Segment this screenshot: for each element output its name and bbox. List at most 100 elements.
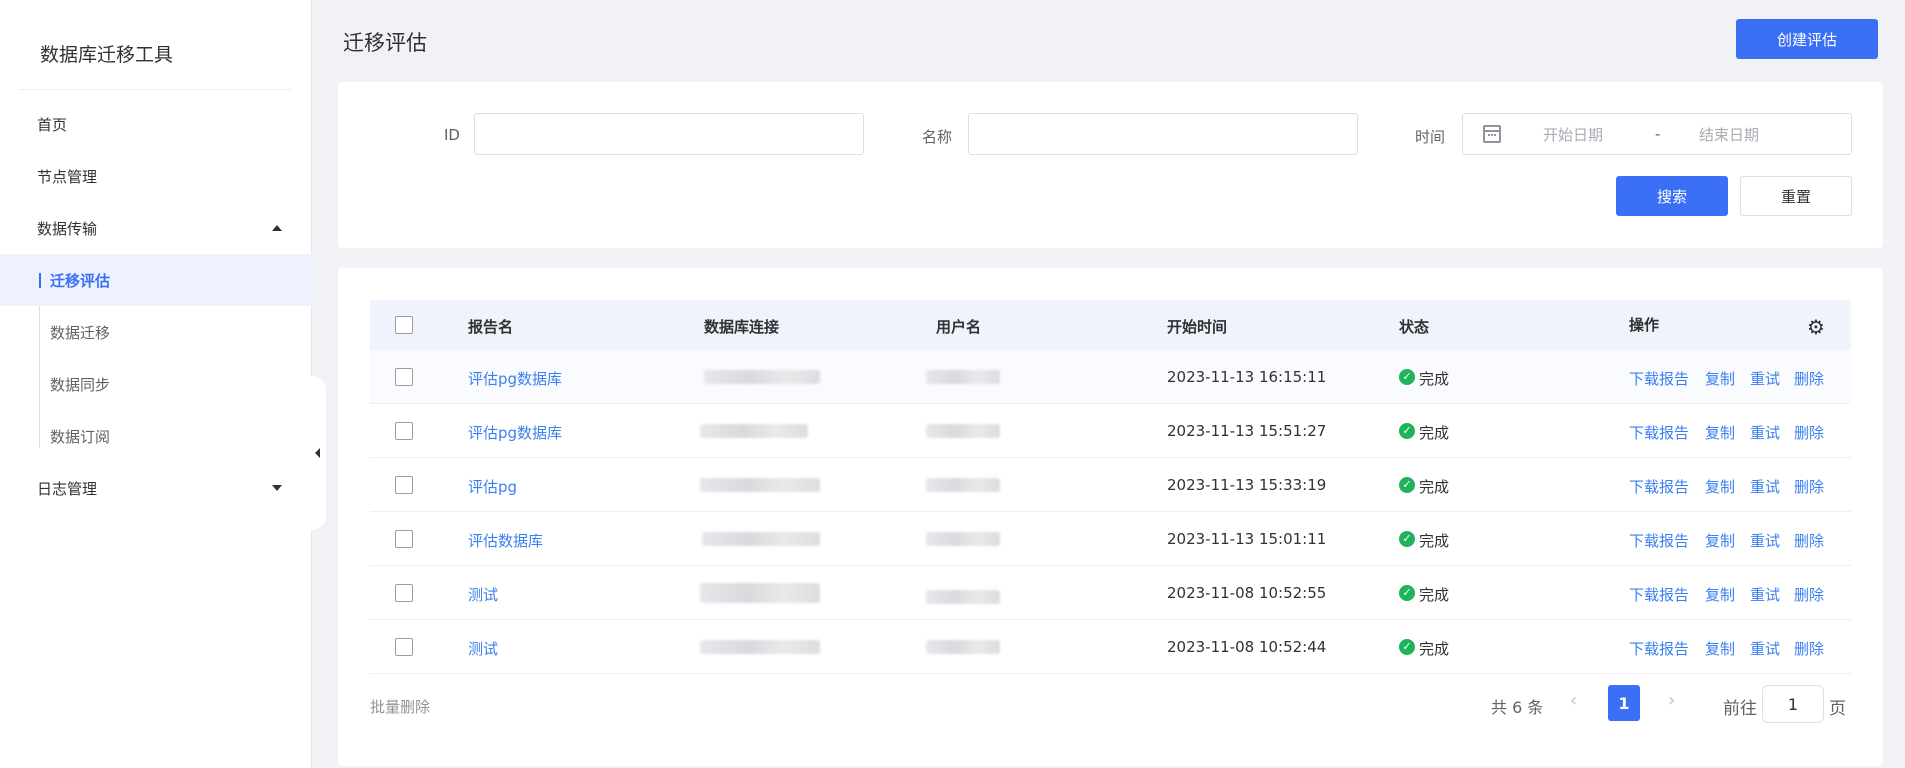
date-start-input[interactable]: 开始日期 bbox=[1543, 124, 1603, 145]
status-text: 完成 bbox=[1419, 532, 1450, 550]
sidebar-item-nodes[interactable]: 节点管理 bbox=[0, 150, 312, 202]
gear-icon[interactable]: ⚙ bbox=[1807, 315, 1825, 339]
retry-link[interactable]: 重试 bbox=[1750, 530, 1780, 551]
chevron-right-icon[interactable]: › bbox=[1668, 690, 1675, 711]
delete-link[interactable]: 删除 bbox=[1794, 638, 1824, 659]
download-report-link[interactable]: 下载报告 bbox=[1629, 584, 1689, 605]
download-report-link[interactable]: 下载报告 bbox=[1629, 422, 1689, 443]
download-report-link[interactable]: 下载报告 bbox=[1629, 638, 1689, 659]
batch-delete-button[interactable]: 批量删除 bbox=[370, 696, 430, 717]
db-connection-redacted bbox=[700, 478, 820, 492]
status-text: 完成 bbox=[1419, 424, 1450, 442]
download-report-link[interactable]: 下载报告 bbox=[1629, 368, 1689, 389]
sidebar-item-data-subscription[interactable]: 数据订阅 bbox=[0, 410, 312, 462]
report-name-link[interactable]: 测试 bbox=[468, 638, 498, 659]
report-name-link[interactable]: 评估pg数据库 bbox=[468, 422, 562, 443]
chevron-left-icon[interactable]: ‹ bbox=[1570, 690, 1577, 711]
table-row: 评估数据库 2023-11-13 15:01:11 ✓ 完成 下载报告 复制 重… bbox=[370, 512, 1851, 566]
active-indicator bbox=[39, 273, 41, 288]
sidebar-collapse-toggle[interactable] bbox=[296, 376, 326, 530]
sidebar-item-data-sync[interactable]: 数据同步 bbox=[0, 358, 312, 410]
check-circle-icon: ✓ bbox=[1399, 369, 1415, 385]
start-time: 2023-11-13 15:01:11 bbox=[1167, 530, 1327, 548]
retry-link[interactable]: 重试 bbox=[1750, 584, 1780, 605]
report-name-link[interactable]: 评估数据库 bbox=[468, 530, 543, 551]
id-label: ID bbox=[444, 126, 460, 144]
table-header: 报告名 数据库连接 用户名 开始时间 状态 操作 ⚙ bbox=[370, 300, 1851, 350]
goto-page-input[interactable] bbox=[1762, 685, 1824, 723]
status-text: 完成 bbox=[1419, 478, 1450, 496]
column-header-username[interactable]: 用户名 bbox=[936, 316, 981, 337]
sidebar-item-migration-assessment[interactable]: 迁移评估 bbox=[0, 254, 312, 306]
date-end-input[interactable]: 结束日期 bbox=[1699, 124, 1759, 145]
select-all-checkbox[interactable] bbox=[395, 316, 413, 334]
sidebar-item-home[interactable]: 首页 bbox=[0, 98, 312, 150]
date-range-picker[interactable]: 开始日期 - 结束日期 bbox=[1462, 113, 1852, 155]
username-redacted bbox=[926, 478, 1000, 492]
column-header-status[interactable]: 状态 bbox=[1399, 316, 1429, 337]
sidebar: 数据库迁移工具 首页 节点管理 数据传输 迁移评估 数据迁移 数据同步 数据订阅… bbox=[0, 0, 312, 768]
reset-button[interactable]: 重置 bbox=[1740, 176, 1852, 216]
sidebar-item-data-migration[interactable]: 数据迁移 bbox=[0, 306, 312, 358]
retry-link[interactable]: 重试 bbox=[1750, 476, 1780, 497]
divider bbox=[19, 89, 292, 90]
delete-link[interactable]: 删除 bbox=[1794, 584, 1824, 605]
name-input[interactable] bbox=[968, 113, 1358, 155]
report-name-link[interactable]: 测试 bbox=[468, 584, 498, 605]
copy-link[interactable]: 复制 bbox=[1705, 422, 1735, 443]
copy-link[interactable]: 复制 bbox=[1705, 584, 1735, 605]
retry-link[interactable]: 重试 bbox=[1750, 422, 1780, 443]
delete-link[interactable]: 删除 bbox=[1794, 368, 1824, 389]
filter-panel bbox=[338, 82, 1883, 248]
download-report-link[interactable]: 下载报告 bbox=[1629, 530, 1689, 551]
db-connection-redacted bbox=[700, 640, 820, 654]
db-connection-redacted bbox=[700, 583, 820, 603]
page-number-current[interactable]: 1 bbox=[1608, 685, 1640, 721]
report-name-link[interactable]: 评估pg数据库 bbox=[468, 368, 562, 389]
db-connection-redacted bbox=[704, 370, 820, 384]
delete-link[interactable]: 删除 bbox=[1794, 422, 1824, 443]
goto-suffix: 页 bbox=[1829, 699, 1846, 719]
copy-link[interactable]: 复制 bbox=[1705, 638, 1735, 659]
retry-link[interactable]: 重试 bbox=[1750, 638, 1780, 659]
sidebar-item-logs[interactable]: 日志管理 bbox=[0, 462, 312, 514]
id-input[interactable] bbox=[474, 113, 864, 155]
caret-down-icon bbox=[272, 485, 282, 491]
sidebar-item-label: 数据同步 bbox=[50, 375, 111, 394]
check-circle-icon: ✓ bbox=[1399, 423, 1415, 439]
sidebar-item-label: 节点管理 bbox=[37, 167, 98, 186]
table-row: 测试 2023-11-08 10:52:55 ✓ 完成 下载报告 复制 重试 删… bbox=[370, 566, 1851, 620]
column-header-report-name[interactable]: 报告名 bbox=[468, 316, 513, 337]
row-checkbox[interactable] bbox=[395, 584, 413, 602]
sidebar-item-data-transfer[interactable]: 数据传输 bbox=[0, 202, 312, 254]
retry-link[interactable]: 重试 bbox=[1750, 368, 1780, 389]
table-row: 评估pg 2023-11-13 15:33:19 ✓ 完成 下载报告 复制 重试… bbox=[370, 458, 1851, 512]
row-checkbox[interactable] bbox=[395, 368, 413, 386]
column-header-start-time[interactable]: 开始时间 bbox=[1167, 316, 1227, 337]
start-time: 2023-11-13 15:33:19 bbox=[1167, 476, 1327, 494]
status-text: 完成 bbox=[1419, 640, 1450, 658]
column-header-db-connection[interactable]: 数据库连接 bbox=[704, 316, 779, 337]
start-time: 2023-11-13 16:15:11 bbox=[1167, 368, 1327, 386]
row-checkbox[interactable] bbox=[395, 476, 413, 494]
copy-link[interactable]: 复制 bbox=[1705, 476, 1735, 497]
time-label: 时间 bbox=[1415, 128, 1446, 146]
sidebar-item-label: 数据订阅 bbox=[50, 427, 111, 446]
row-checkbox[interactable] bbox=[395, 530, 413, 548]
delete-link[interactable]: 删除 bbox=[1794, 530, 1824, 551]
report-name-link[interactable]: 评估pg bbox=[468, 476, 517, 497]
row-checkbox[interactable] bbox=[395, 422, 413, 440]
status-text: 完成 bbox=[1419, 586, 1450, 604]
sidebar-item-label: 首页 bbox=[37, 115, 68, 134]
row-checkbox[interactable] bbox=[395, 638, 413, 656]
copy-link[interactable]: 复制 bbox=[1705, 368, 1735, 389]
create-assessment-button[interactable]: 创建评估 bbox=[1736, 19, 1878, 59]
username-redacted bbox=[926, 640, 1000, 654]
check-circle-icon: ✓ bbox=[1399, 477, 1415, 493]
name-label: 名称 bbox=[922, 128, 953, 146]
download-report-link[interactable]: 下载报告 bbox=[1629, 476, 1689, 497]
search-button[interactable]: 搜索 bbox=[1616, 176, 1728, 216]
copy-link[interactable]: 复制 bbox=[1705, 530, 1735, 551]
delete-link[interactable]: 删除 bbox=[1794, 476, 1824, 497]
column-header-actions: 操作 bbox=[1629, 316, 1660, 334]
